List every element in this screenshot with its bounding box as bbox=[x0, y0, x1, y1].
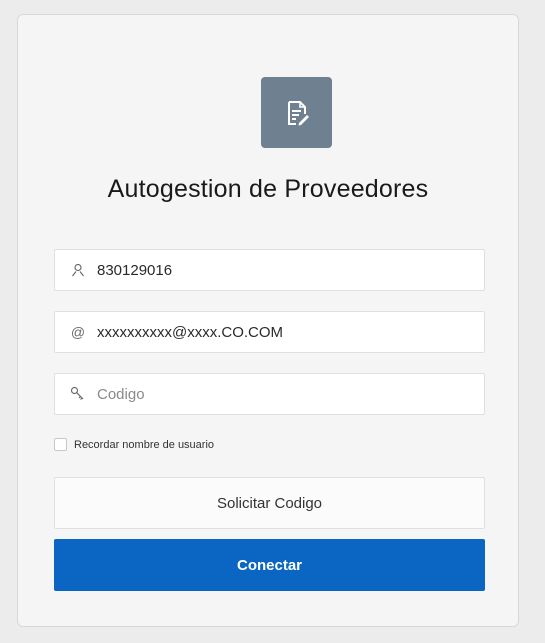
username-field[interactable] bbox=[54, 249, 485, 291]
request-code-button[interactable]: Solicitar Codigo bbox=[54, 477, 485, 529]
document-edit-icon bbox=[287, 100, 309, 125]
app-logo bbox=[261, 77, 332, 148]
code-field[interactable] bbox=[54, 373, 485, 415]
login-card: Autogestion de Proveedores @ Recordar no… bbox=[17, 14, 519, 627]
email-input[interactable] bbox=[97, 323, 467, 341]
at-icon: @ bbox=[70, 324, 86, 340]
remember-username[interactable]: Recordar nombre de usuario bbox=[54, 438, 214, 451]
key-icon bbox=[68, 386, 88, 402]
user-icon bbox=[68, 263, 88, 277]
code-input[interactable] bbox=[97, 385, 467, 403]
remember-checkbox[interactable] bbox=[54, 438, 67, 451]
remember-label: Recordar nombre de usuario bbox=[74, 438, 215, 451]
page-title: Autogestion de Proveedores bbox=[107, 175, 429, 203]
email-field[interactable]: @ bbox=[54, 311, 485, 353]
connect-button[interactable]: Conectar bbox=[54, 539, 485, 591]
username-input[interactable] bbox=[97, 261, 467, 279]
